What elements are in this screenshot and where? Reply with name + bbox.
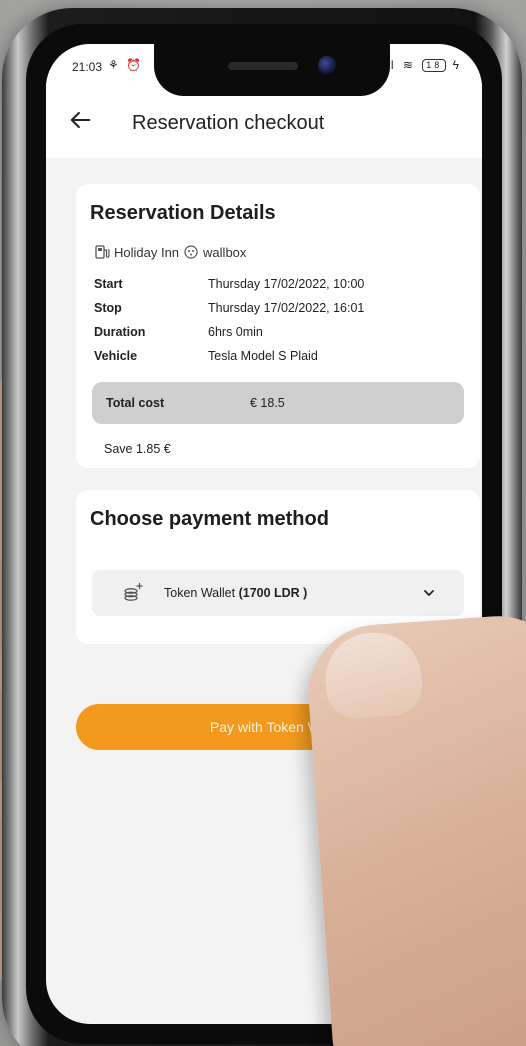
detail-row-stop: Stop Thursday 17/02/2022, 16:01 (94, 296, 364, 320)
location-row: Holiday Inn wallbox (94, 244, 246, 260)
status-notification-icons: ⚘ ⏰ (108, 58, 144, 72)
right-thumb (303, 611, 526, 1046)
charging-station-icon (95, 245, 110, 259)
payment-method-title: Choose payment method (90, 508, 329, 530)
detail-value: Tesla Model S Plaid (208, 349, 318, 363)
detail-label: Vehicle (94, 349, 138, 363)
detail-label: Start (94, 277, 123, 291)
charger-name: wallbox (203, 244, 247, 260)
detail-value: Thursday 17/02/2022, 16:01 (208, 301, 365, 315)
camera-notch (154, 44, 390, 96)
app-bar: Reservation checkout (46, 88, 482, 158)
wallet-coins-icon (124, 582, 143, 601)
payment-method-balance: (1700 LDR ) (238, 586, 308, 600)
reservation-details-title: Reservation Details (90, 202, 276, 224)
detail-label: Duration (94, 325, 146, 339)
payment-method-dropdown[interactable]: Token Wallet (1700 LDR ) (92, 570, 464, 616)
total-cost-value: € 18.5 (250, 396, 285, 410)
back-arrow-icon[interactable] (66, 106, 94, 134)
total-cost-bar: Total cost € 18.5 (92, 382, 464, 424)
reservation-details-card: Reservation Details Holiday Inn wallbox … (76, 184, 480, 468)
front-camera (318, 56, 336, 74)
detail-value: 6hrs 0min (208, 325, 263, 339)
payment-method-label: Token Wallet (1700 LDR ) (164, 586, 307, 600)
total-cost-label: Total cost (106, 396, 165, 410)
location-name: Holiday Inn (114, 244, 180, 260)
charging-icon: ϟ (452, 58, 462, 72)
detail-row-start: Start Thursday 17/02/2022, 10:00 (94, 272, 364, 296)
battery-icon: 18 (422, 59, 447, 73)
detail-row-vehicle: Vehicle Tesla Model S Plaid (94, 344, 364, 368)
thumbnail-nail (322, 629, 425, 721)
savings-text: Save 1.85 € (104, 442, 171, 456)
page-title: Reservation checkout (132, 112, 325, 134)
photo-scene: 21:03 ⚘ ⏰ ıl ≋ 18 ϟ Reservation checkout (0, 0, 526, 1046)
detail-row-duration: Duration 6hrs 0min (94, 320, 364, 344)
detail-value: Thursday 17/02/2022, 10:00 (208, 277, 365, 291)
speaker-grille (228, 62, 298, 70)
status-time: 21:03 (72, 60, 103, 74)
chevron-down-icon[interactable] (422, 587, 436, 599)
reservation-details-list: Start Thursday 17/02/2022, 10:00 Stop Th… (94, 272, 364, 368)
detail-label: Stop (94, 301, 122, 315)
status-signal-icons: ıl ≋ 18 ϟ (385, 58, 462, 73)
payment-method-name: Token Wallet (164, 586, 239, 600)
plug-icon (184, 245, 198, 259)
